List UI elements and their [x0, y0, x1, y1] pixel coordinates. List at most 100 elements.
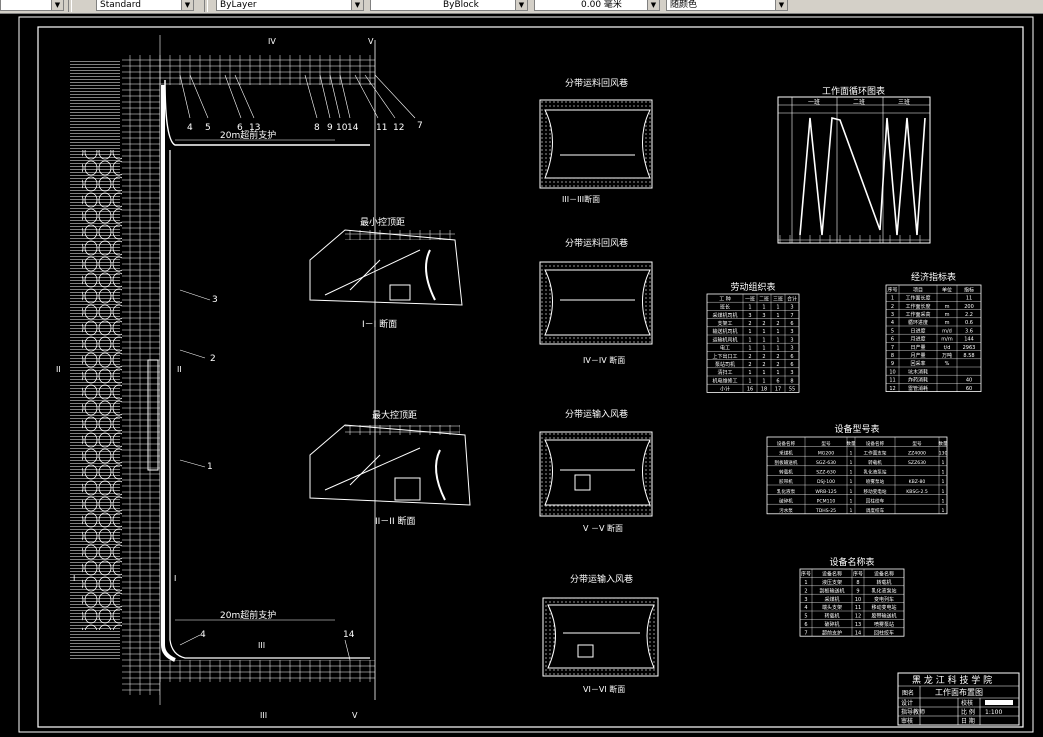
chevron-down-icon[interactable]: ▼: [51, 0, 63, 10]
table-cell: 乳化液泵站: [864, 469, 887, 476]
table-cell: 1: [762, 305, 765, 311]
check-label: 校核: [961, 699, 973, 707]
table-cell: 1: [762, 329, 765, 335]
table-cell: m: [945, 304, 950, 310]
layer-combo[interactable]: ByLayer ▼: [216, 0, 364, 11]
chevron-down-icon[interactable]: ▼: [515, 0, 527, 10]
label-6: 6: [237, 123, 243, 133]
table-cell: 指标: [964, 286, 974, 293]
table-cell: 1: [748, 370, 751, 376]
roadway-section-VI: 分带运输入风巷 VI－VI 断面: [542, 573, 659, 694]
section-VI-title: 分带运输入风巷: [570, 573, 633, 585]
table-cell: 1: [748, 329, 751, 335]
table-cell: 胶带机: [779, 478, 793, 485]
table-cell: 月进度: [910, 336, 925, 343]
table-cell: 回柱绞车: [874, 629, 894, 636]
table-cell: 6: [804, 622, 807, 628]
table-cell: 万吨: [942, 352, 952, 359]
section-mark-IV: IV: [268, 37, 276, 46]
label-7: 7: [417, 121, 423, 131]
table-cell: TDHS-25: [815, 508, 836, 514]
table-cell: SZZ630: [908, 460, 926, 466]
table-cell: 1: [850, 508, 853, 514]
textstyle-combo-partial[interactable]: ▼: [0, 0, 64, 11]
section-VI-caption: VI－VI 断面: [583, 684, 625, 694]
table-cell: 二班: [759, 295, 769, 302]
textstyle-combo[interactable]: Standard ▼: [96, 0, 194, 11]
bottom-gateway: [160, 660, 375, 682]
label-4: 4: [187, 123, 193, 133]
table-cell: 1: [762, 370, 765, 376]
table-cell: 调度绞车: [866, 507, 885, 514]
label-8: 8: [314, 123, 320, 133]
table-cell: 5: [891, 328, 894, 334]
roadway-section-V: 分带运输入风巷 V －V 断面: [539, 408, 653, 533]
table-cell: 11: [889, 378, 895, 384]
design-label: 设计: [901, 699, 913, 707]
table-cell: 1: [762, 337, 765, 343]
table-cell: 采煤机: [779, 449, 793, 456]
chevron-down-icon[interactable]: ▼: [351, 0, 363, 10]
table-cell: 13: [855, 622, 861, 628]
equipment-table: 设备型号表设备名称 型号 数量 设备名称 型号 数量采煤机 MG200 1 工作面支架 ZZ400…: [766, 423, 948, 515]
table-cell: 6: [790, 362, 793, 368]
chevron-down-icon[interactable]: ▼: [647, 0, 659, 10]
guide-label: 指导教师: [901, 708, 925, 716]
table-cell: 11: [855, 605, 861, 611]
table-cell: 14: [855, 630, 861, 636]
table-cell: 10: [855, 597, 861, 603]
roadway-section-III: 分带运料回风巷 III－III断面: [539, 77, 653, 204]
table-cell: 8: [856, 580, 859, 586]
table-cell: 序号: [853, 571, 863, 578]
table-cell: 乳化液泵站: [871, 587, 896, 594]
cad-drawing-canvas[interactable]: 20m超前支护 20m超前支护 3 2 1 4 14 4 5 6 13 8 9 …: [0, 14, 1043, 737]
table-cell: 10: [889, 369, 895, 375]
table-cell: WRB-125: [815, 489, 836, 495]
economic-title: 经济指标表: [911, 271, 956, 283]
table-cell: 3: [790, 329, 793, 335]
table-cell: 1: [762, 346, 765, 352]
table-cell: %: [945, 361, 950, 367]
table-cell: 设备名称: [777, 440, 796, 447]
table-cell: 泵站司机: [715, 361, 735, 368]
table-cell: 200: [964, 304, 974, 310]
table-cell: 40: [966, 378, 972, 384]
table-cell: 1: [850, 498, 853, 504]
table-cell: 工 种: [719, 295, 731, 302]
color-combo[interactable]: 随颜色 ▼: [666, 0, 788, 11]
table-cell: 55: [789, 387, 795, 393]
lineweight-combo[interactable]: 0.00 毫米 ▼: [534, 0, 660, 11]
table-cell: m: [945, 312, 950, 318]
table-cell: 序号: [801, 571, 811, 578]
table-cell: 设备名称: [822, 571, 842, 578]
chevron-down-icon[interactable]: ▼: [181, 0, 193, 10]
table-cell: 雷管消耗: [908, 385, 928, 392]
table-cell: 8: [891, 353, 894, 359]
table-cell: 1: [942, 460, 945, 466]
economic-table: 经济指标表序号 项目 单位 指标 1 工作面长度 11 2 工作面长度 m 200 3 工作面采高 m 2.…: [885, 271, 982, 392]
table-cell: 班长: [720, 304, 730, 311]
linetype-combo[interactable]: ByBlock ▼: [370, 0, 528, 11]
label-14b: 14: [343, 630, 355, 640]
max-control-caption: II－II 断面: [375, 515, 415, 527]
label-3: 3: [212, 295, 218, 305]
chevron-down-icon[interactable]: ▼: [775, 0, 787, 10]
table-cell: 回柱绞车: [866, 497, 885, 504]
table-cell: 2963: [963, 345, 976, 351]
table-cell: 2: [748, 321, 751, 327]
table-cell: 1: [762, 378, 765, 384]
table-cell: m/m: [941, 337, 953, 343]
table-cell: 7: [804, 630, 807, 636]
table-cell: 144: [964, 337, 974, 343]
title-block: 黑 龙 江 科 技 学 院 图名 工作面布置图 设计 指导教师 审核 校核 比 …: [897, 672, 1020, 726]
max-control-section: 最大控顶距 II－II 断面: [309, 409, 471, 527]
table-cell: 18: [761, 387, 767, 393]
drawing-name: 工作面布置图: [935, 687, 983, 697]
table-cell: 日产量: [910, 344, 925, 351]
table-cell: 1: [850, 470, 853, 476]
max-control-title: 最大控顶距: [372, 409, 417, 421]
table-cell: MG200: [818, 450, 834, 456]
table-cell: KBSG-2.5: [906, 489, 928, 495]
table-cell: 输送机司机: [712, 328, 737, 335]
table-cell: 转载机: [779, 469, 793, 476]
